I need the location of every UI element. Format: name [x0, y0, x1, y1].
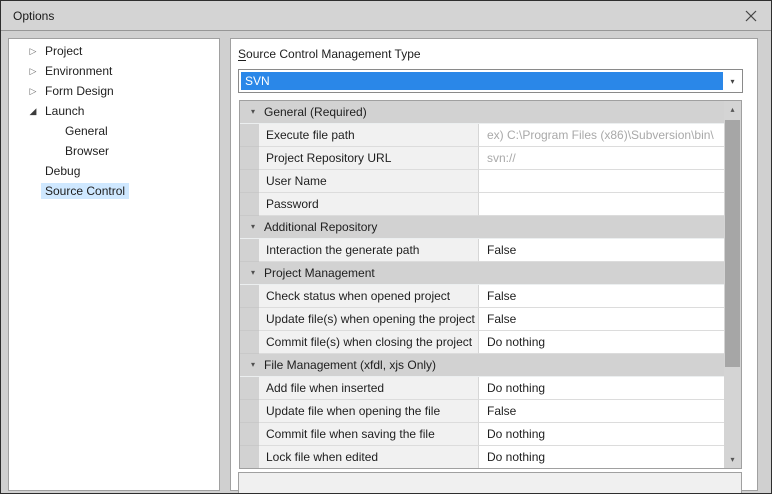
- grid-property-row: Update file when opening the file False: [240, 400, 724, 423]
- grid-property-value[interactable]: False: [478, 239, 724, 262]
- grid-property-row: User Name: [240, 170, 724, 193]
- grid-property-value[interactable]: False: [478, 400, 724, 423]
- tree-item-environment[interactable]: ▷ Environment: [9, 61, 219, 81]
- tree-item-label: Source Control: [41, 183, 129, 199]
- settings-tree: ▷ Project ▷ Environment ▷ Form Design ◢ …: [8, 38, 220, 491]
- grid-property-label: Password: [259, 193, 478, 216]
- grid-indent-cell: [240, 423, 259, 446]
- grid-indent-cell: [240, 308, 259, 331]
- tree-item-source-control[interactable]: Source Control: [9, 181, 219, 201]
- tree-item-label: Form Design: [41, 83, 118, 99]
- tree-item-label: Project: [41, 43, 86, 59]
- tree-item-label: Environment: [41, 63, 116, 79]
- scrollbar-thumb[interactable]: [725, 120, 740, 367]
- grid-property-value[interactable]: Do nothing: [478, 377, 724, 400]
- collapse-arrow-icon[interactable]: ▾: [246, 216, 260, 238]
- expand-arrow-icon[interactable]: ▷: [26, 41, 40, 61]
- grid-property-value[interactable]: ex) C:\Program Files (x86)\Subversion\bi…: [478, 124, 724, 147]
- grid-property-value[interactable]: [478, 170, 724, 193]
- tree-item-label: General: [61, 123, 112, 139]
- close-button[interactable]: [737, 4, 765, 28]
- grid-property-label: Add file when inserted: [259, 377, 478, 400]
- grid-indent-cell: [240, 377, 259, 400]
- grid-property-label: Lock file when edited: [259, 446, 478, 468]
- tree-item-label: Debug: [41, 163, 84, 179]
- grid-property-row: Add file when inserted Do nothing: [240, 377, 724, 400]
- grid-property-value[interactable]: Do nothing: [478, 446, 724, 468]
- grid-property-row: Commit file(s) when closing the project …: [240, 331, 724, 354]
- grid-indent-cell: [240, 193, 259, 216]
- grid-property-value[interactable]: svn://: [478, 147, 724, 170]
- chevron-down-icon[interactable]: ▾: [724, 72, 741, 90]
- grid-property-row: Project Repository URL svn://: [240, 147, 724, 170]
- titlebar: Options: [1, 1, 771, 31]
- collapse-arrow-icon[interactable]: ◢: [26, 101, 40, 121]
- grid-indent-cell: [240, 285, 259, 308]
- grid-property-label: Update file when opening the file: [259, 400, 478, 423]
- grid-indent-cell: [240, 400, 259, 423]
- grid-section-header[interactable]: ▾ Project Management: [240, 262, 724, 285]
- tree-item-general[interactable]: General: [9, 121, 219, 141]
- grid-indent-cell: [240, 170, 259, 193]
- grid-property-row: Check status when opened project False: [240, 285, 724, 308]
- grid-property-label: User Name: [259, 170, 478, 193]
- source-control-settings-panel: Source Control Management Type SVN ▾ ▾ G…: [230, 38, 758, 491]
- grid-section-header[interactable]: ▾ Additional Repository: [240, 216, 724, 239]
- grid-section-title: Project Management: [264, 262, 375, 284]
- close-icon: [745, 10, 757, 22]
- grid-property-row: Interaction the generate path False: [240, 239, 724, 262]
- collapse-arrow-icon[interactable]: ▾: [246, 101, 260, 123]
- grid-section-header[interactable]: ▾ General (Required): [240, 101, 724, 124]
- description-panel: [238, 472, 742, 494]
- scroll-up-icon[interactable]: ▴: [724, 101, 741, 118]
- scm-type-label: Source Control Management Type: [238, 47, 421, 61]
- tree-item-launch[interactable]: ◢ Launch: [9, 101, 219, 121]
- grid-section-title: File Management (xfdl, xjs Only): [264, 354, 436, 376]
- grid-property-value[interactable]: Do nothing: [478, 423, 724, 446]
- grid-property-label: Commit file when saving the file: [259, 423, 478, 446]
- grid-property-label: Project Repository URL: [259, 147, 478, 170]
- expand-arrow-icon[interactable]: ▷: [26, 81, 40, 101]
- grid-scrollbar[interactable]: ▴ ▾: [724, 101, 741, 468]
- scm-type-dropdown[interactable]: SVN ▾: [238, 69, 743, 93]
- window-title: Options: [1, 9, 54, 23]
- grid-section-header[interactable]: ▾ File Management (xfdl, xjs Only): [240, 354, 724, 377]
- grid-property-label: Commit file(s) when closing the project: [259, 331, 478, 354]
- grid-property-value[interactable]: False: [478, 285, 724, 308]
- grid-property-value[interactable]: [478, 193, 724, 216]
- grid-property-label: Interaction the generate path: [259, 239, 478, 262]
- grid-indent-cell: [240, 239, 259, 262]
- grid-section-title: Additional Repository: [264, 216, 377, 238]
- grid-property-label: Check status when opened project: [259, 285, 478, 308]
- tree-item-label: Browser: [61, 143, 113, 159]
- grid-property-row: Update file(s) when opening the project …: [240, 308, 724, 331]
- tree-item-project[interactable]: ▷ Project: [9, 41, 219, 61]
- tree-item-browser[interactable]: Browser: [9, 141, 219, 161]
- options-dialog: Options ▷ Project ▷ Environment ▷ Form D…: [0, 0, 772, 494]
- grid-indent-cell: [240, 124, 259, 147]
- grid-property-value[interactable]: False: [478, 308, 724, 331]
- tree-item-form-design[interactable]: ▷ Form Design: [9, 81, 219, 101]
- tree-item-label: Launch: [41, 103, 88, 119]
- scm-type-selected-value: SVN: [241, 72, 723, 90]
- expand-arrow-icon[interactable]: ▷: [26, 61, 40, 81]
- property-grid: ▾ General (Required) Execute file path e…: [239, 100, 742, 469]
- grid-property-row: Commit file when saving the file Do noth…: [240, 423, 724, 446]
- tree-item-debug[interactable]: Debug: [9, 161, 219, 181]
- grid-indent-cell: [240, 147, 259, 170]
- grid-property-label: Execute file path: [259, 124, 478, 147]
- collapse-arrow-icon[interactable]: ▾: [246, 262, 260, 284]
- grid-property-row: Lock file when edited Do nothing: [240, 446, 724, 468]
- grid-property-row: Password: [240, 193, 724, 216]
- collapse-arrow-icon[interactable]: ▾: [246, 354, 260, 376]
- scroll-down-icon[interactable]: ▾: [724, 451, 741, 468]
- grid-property-value[interactable]: Do nothing: [478, 331, 724, 354]
- grid-property-label: Update file(s) when opening the project: [259, 308, 478, 331]
- grid-property-row: Execute file path ex) C:\Program Files (…: [240, 124, 724, 147]
- grid-indent-cell: [240, 331, 259, 354]
- grid-section-title: General (Required): [264, 101, 367, 123]
- grid-indent-cell: [240, 446, 259, 468]
